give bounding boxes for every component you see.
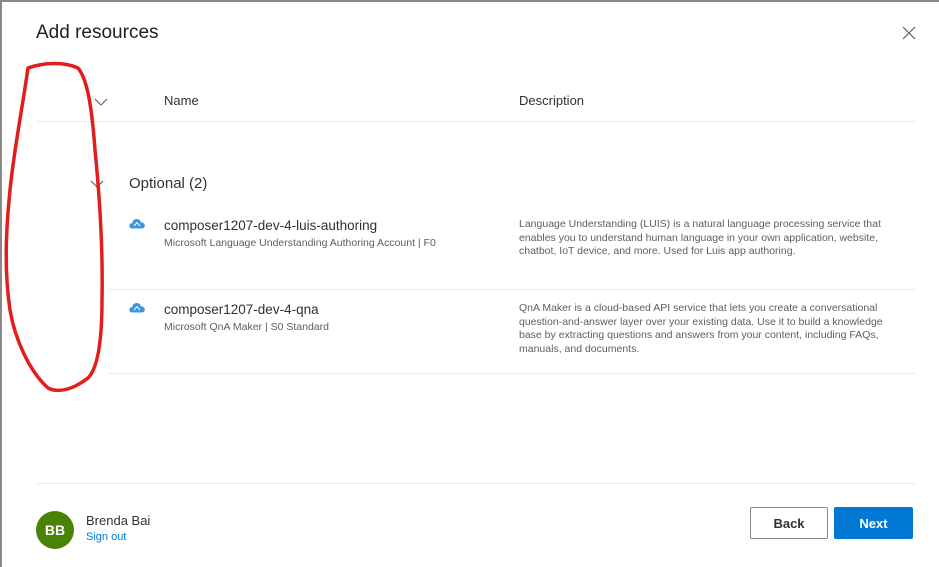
resource-description: QnA Maker is a cloud-based API service t…: [519, 302, 883, 355]
background-window-border-left: [0, 0, 2, 567]
chevron-down-icon[interactable]: [93, 94, 109, 110]
cognitive-services-cloud-icon: [128, 216, 146, 230]
column-header-name[interactable]: Name: [164, 93, 199, 108]
user-name: Brenda Bai: [86, 513, 151, 528]
column-header-description[interactable]: Description: [519, 93, 584, 108]
resource-name: composer1207-dev-4-luis-authoring: [164, 218, 378, 233]
table-row[interactable]: composer1207-dev-4-luis-authoring Micros…: [108, 208, 916, 290]
close-icon[interactable]: [898, 22, 920, 44]
group-header-optional[interactable]: Optional (2): [36, 170, 916, 200]
table-row[interactable]: composer1207-dev-4-qna Microsoft QnA Mak…: [108, 292, 916, 374]
sign-out-link[interactable]: Sign out: [86, 531, 126, 543]
avatar: BB: [36, 511, 74, 549]
resource-name: composer1207-dev-4-qna: [164, 302, 319, 317]
cognitive-services-cloud-icon: [128, 300, 146, 314]
next-button[interactable]: Next: [834, 507, 913, 539]
group-label: Optional (2): [129, 175, 208, 192]
back-button[interactable]: Back: [750, 507, 828, 539]
footer-divider: [36, 483, 916, 484]
resource-subtitle: Microsoft QnA Maker | S0 Standard: [164, 321, 329, 333]
resource-subtitle: Microsoft Language Understanding Authori…: [164, 237, 436, 249]
chevron-down-icon[interactable]: [89, 176, 105, 192]
add-resources-dialog: Add resources Name Description Optional …: [12, 2, 939, 567]
table-header: Name Description: [36, 82, 916, 122]
dialog-title: Add resources: [36, 22, 159, 43]
resource-description: Language Understanding (LUIS) is a natur…: [519, 218, 881, 257]
